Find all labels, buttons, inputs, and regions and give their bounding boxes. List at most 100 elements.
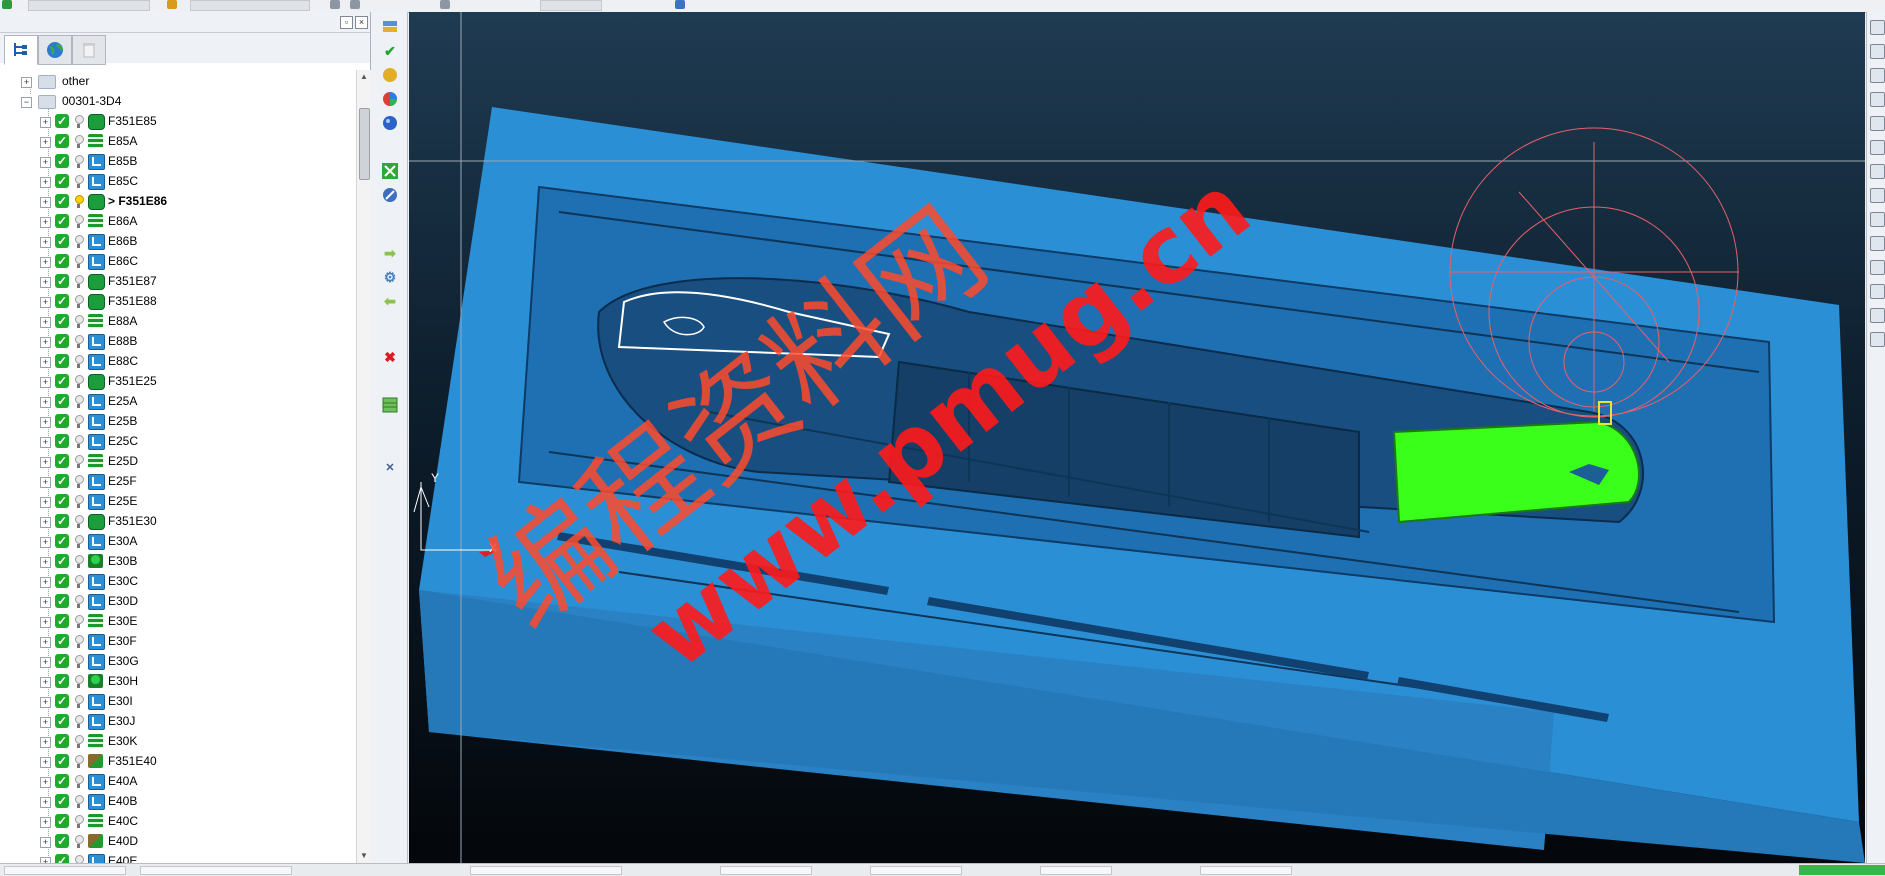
visibility-bulb-icon[interactable] (75, 715, 84, 728)
checkmark-icon[interactable]: ✓ (55, 774, 69, 788)
visibility-bulb-icon[interactable] (75, 515, 84, 528)
tree-operation-row[interactable]: + ✓ F351E25 (0, 372, 356, 392)
visibility-bulb-icon[interactable] (75, 175, 84, 188)
expand-icon[interactable]: + (40, 737, 51, 748)
visibility-bulb-icon[interactable] (75, 375, 84, 388)
tree-operation-row[interactable]: + ✓ E86C (0, 252, 356, 272)
cube-icon[interactable] (1870, 92, 1885, 107)
tree-operation-row[interactable]: + ✓ F351E85 (0, 112, 356, 132)
expand-icon[interactable]: + (40, 797, 51, 808)
globe-icon[interactable] (38, 35, 72, 65)
checkmark-icon[interactable]: ✓ (55, 394, 69, 408)
expand-icon[interactable]: + (40, 237, 51, 248)
visibility-bulb-icon[interactable] (75, 675, 84, 688)
checkmark-icon[interactable]: ✓ (55, 854, 69, 863)
tree-folder[interactable]: − 00301-3D4 (0, 92, 356, 112)
tree-operation-row[interactable]: + ✓ E88B (0, 332, 356, 352)
expand-icon[interactable]: + (40, 677, 51, 688)
pick-icon[interactable] (1870, 308, 1885, 323)
trash-icon[interactable] (72, 35, 106, 65)
checkmark-icon[interactable]: ✓ (55, 714, 69, 728)
tree-operation-row[interactable]: + ✓ E25B (0, 412, 356, 432)
visibility-bulb-icon[interactable] (75, 155, 84, 168)
expand-icon[interactable]: + (40, 277, 51, 288)
expand-icon[interactable]: + (40, 637, 51, 648)
visibility-bulb-icon[interactable] (75, 475, 84, 488)
expand-icon[interactable]: + (40, 437, 51, 448)
visibility-bulb-icon[interactable] (75, 455, 84, 468)
checkmark-icon[interactable]: ✓ (55, 154, 69, 168)
3d-viewport[interactable]: Y X Y 编程资料网 www.pmug.cn (409, 12, 1865, 863)
visibility-bulb-icon[interactable] (75, 195, 84, 208)
checkmark-icon[interactable]: ✓ (55, 134, 69, 148)
expand-icon[interactable]: + (40, 337, 51, 348)
expand-icon[interactable]: + (40, 377, 51, 388)
tree-operation-row[interactable]: + ✓ E30E (0, 612, 356, 632)
visibility-bulb-icon[interactable] (75, 695, 84, 708)
visibility-bulb-icon[interactable] (75, 135, 84, 148)
expand-icon[interactable]: + (40, 197, 51, 208)
tree-operation-row[interactable]: + ✓ E30J (0, 712, 356, 732)
expand-icon[interactable]: + (40, 697, 51, 708)
expand-icon[interactable]: + (40, 137, 51, 148)
visibility-bulb-icon[interactable] (75, 255, 84, 268)
expand-icon[interactable]: + (40, 817, 51, 828)
close-icon[interactable] (675, 0, 685, 9)
collapse-icon[interactable]: − (21, 97, 32, 108)
visibility-bulb-icon[interactable] (75, 315, 84, 328)
layers-icon[interactable] (381, 18, 399, 36)
visibility-bulb-icon[interactable] (75, 855, 84, 863)
checkmark-icon[interactable]: ✓ (55, 114, 69, 128)
visibility-bulb-icon[interactable] (75, 775, 84, 788)
tree-operation-row[interactable]: + ✓ E40C (0, 812, 356, 832)
tree-operation-row[interactable]: + ✓ E30C (0, 572, 356, 592)
expand-icon[interactable]: + (40, 657, 51, 668)
expand-icon[interactable]: + (21, 77, 32, 88)
checkmark-icon[interactable]: ✓ (55, 254, 69, 268)
close-icon[interactable] (1870, 332, 1885, 347)
tree-operation-row[interactable]: + ✓ E25E (0, 492, 356, 512)
checkmark-icon[interactable]: ✓ (55, 414, 69, 428)
scroll-up-icon[interactable]: ▲ (359, 72, 369, 82)
checkmark-icon[interactable]: ✓ (55, 434, 69, 448)
expand-icon[interactable]: + (40, 617, 51, 628)
globe-icon[interactable] (1870, 260, 1885, 275)
tree-operation-row[interactable]: + ✓ E30K (0, 732, 356, 752)
checkmark-icon[interactable]: ✓ (55, 354, 69, 368)
checkmark-icon[interactable]: ✓ (55, 734, 69, 748)
expand-icon[interactable]: + (40, 777, 51, 788)
expand-icon[interactable]: + (40, 477, 51, 488)
checkmark-icon[interactable]: ✓ (55, 574, 69, 588)
save-icon[interactable] (2, 0, 12, 9)
pause-icon[interactable] (330, 0, 340, 9)
tree-operation-row[interactable]: + ✓ E30I (0, 692, 356, 712)
visibility-bulb-icon[interactable] (75, 595, 84, 608)
checkmark-icon[interactable]: ✓ (55, 654, 69, 668)
checkmark-icon[interactable]: ✓ (55, 314, 69, 328)
frame-icon[interactable] (1870, 188, 1885, 203)
expand-icon[interactable]: + (40, 537, 51, 548)
tree-operation-row[interactable]: + ✓ E40E (0, 852, 356, 863)
tree-operation-row[interactable]: + ✓ E25D (0, 452, 356, 472)
toolbar-field[interactable] (190, 0, 310, 11)
checkmark-icon[interactable]: ✓ (55, 294, 69, 308)
settings-icon[interactable]: ⚙ (381, 268, 399, 286)
visibility-bulb-icon[interactable] (75, 335, 84, 348)
shade-icon[interactable] (1870, 236, 1885, 251)
toolbar-field[interactable] (540, 0, 602, 11)
visibility-bulb-icon[interactable] (75, 795, 84, 808)
checkmark-icon[interactable]: ✓ (55, 374, 69, 388)
visibility-bulb-icon[interactable] (75, 495, 84, 508)
visibility-bulb-icon[interactable] (75, 655, 84, 668)
visibility-bulb-icon[interactable] (75, 615, 84, 628)
color-icon[interactable] (381, 90, 399, 108)
checkmark-icon[interactable]: ✓ (55, 514, 69, 528)
tree-operation-row[interactable]: + ✓ E30D (0, 592, 356, 612)
tree-operation-row[interactable]: + ✓ E40D (0, 832, 356, 852)
tree-operation-row[interactable]: + ✓ E25F (0, 472, 356, 492)
visibility-bulb-icon[interactable] (75, 815, 84, 828)
tree-operation-row[interactable]: + ✓ E40B (0, 792, 356, 812)
tree-operation-row[interactable]: + ✓ > F351E86 (0, 192, 356, 212)
tree-operation-row[interactable]: + ✓ E88C (0, 352, 356, 372)
checkmark-icon[interactable]: ✓ (55, 594, 69, 608)
